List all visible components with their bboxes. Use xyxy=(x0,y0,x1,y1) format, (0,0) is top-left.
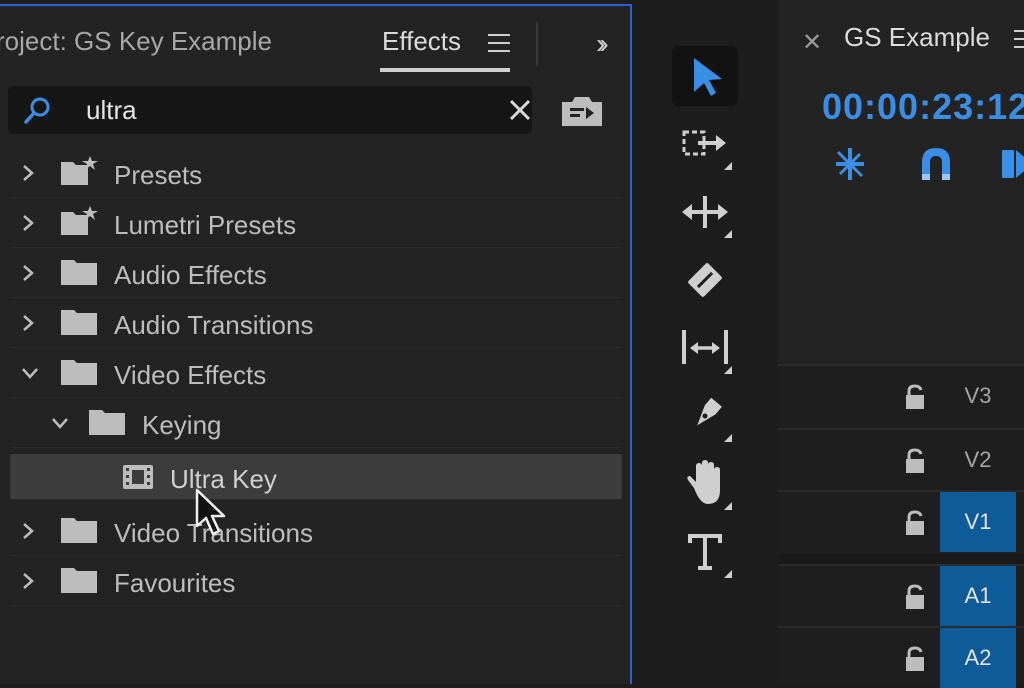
new-custom-bin-icon[interactable] xyxy=(560,94,604,128)
chevron-right-icon[interactable] xyxy=(18,571,38,591)
timeline-panel: ✕ GS Example 00:00:23:12 V3 V2 V1 A1 A2 xyxy=(778,0,1024,688)
preset-folder-icon xyxy=(61,206,98,235)
chevron-right-icon[interactable] xyxy=(18,163,38,183)
tree-item-ultra-key[interactable]: Ultra Key xyxy=(10,454,622,500)
track-headers: V3 V2 V1 A1 A2 xyxy=(778,364,1024,688)
track-a2[interactable]: A2 xyxy=(778,626,1024,688)
razor-tool[interactable] xyxy=(672,250,738,310)
clear-search-icon[interactable] xyxy=(506,96,534,124)
folder-icon xyxy=(89,410,125,435)
active-tab-underline xyxy=(380,68,510,72)
folder-icon xyxy=(61,260,97,285)
search-input[interactable] xyxy=(86,94,486,126)
tree-item-video-transitions[interactable]: Video Transitions xyxy=(10,506,622,556)
sequence-tab-title[interactable]: GS Example xyxy=(844,22,990,53)
linked-selection-icon[interactable] xyxy=(998,144,1024,184)
chevron-down-icon[interactable] xyxy=(50,413,70,433)
chevron-right-icon[interactable] xyxy=(18,213,38,233)
track-target-label[interactable]: V2 xyxy=(940,430,1016,490)
search-box[interactable] xyxy=(8,86,532,134)
tree-item-audio-transitions[interactable]: Audio Transitions xyxy=(10,298,622,348)
tool-flyout-indicator xyxy=(724,434,732,442)
tree-item-label: Audio Transitions xyxy=(114,310,314,340)
lock-track-icon[interactable] xyxy=(904,510,926,536)
track-select-forward-tool[interactable] xyxy=(672,114,738,174)
type-tool[interactable] xyxy=(672,522,738,582)
effects-panel: roject: GS Key Example Effects ›› Preset… xyxy=(0,4,632,684)
chevron-right-icon[interactable] xyxy=(18,313,38,333)
razor-icon xyxy=(688,263,722,297)
tool-flyout-indicator xyxy=(724,502,732,510)
nest-toggle-icon[interactable] xyxy=(830,144,870,184)
track-target-label[interactable]: V1 xyxy=(940,492,1016,552)
tree-item-keying[interactable]: Keying xyxy=(10,398,622,448)
mouse-cursor-icon xyxy=(195,488,226,536)
track-v1[interactable]: V1 xyxy=(778,490,1024,552)
folder-icon xyxy=(61,568,97,593)
tree-item-video-effects[interactable]: Video Effects xyxy=(10,348,622,398)
close-sequence-icon[interactable]: ✕ xyxy=(802,28,822,57)
tree-item-label: Video Effects xyxy=(114,360,267,390)
tree-item-label: Keying xyxy=(142,410,222,440)
track-target-label[interactable]: A1 xyxy=(940,566,1016,626)
effect-icon xyxy=(123,465,153,489)
tree-item-label: Presets xyxy=(114,160,203,190)
tree-item-label: Lumetri Presets xyxy=(114,210,297,240)
preset-folder-icon xyxy=(61,156,98,185)
chevron-down-icon[interactable] xyxy=(20,363,40,383)
search-icon xyxy=(24,97,50,124)
tool-flyout-indicator xyxy=(724,366,732,374)
tool-flyout-indicator xyxy=(724,230,732,238)
expand-panels-icon[interactable]: ›› xyxy=(596,28,608,60)
pen-tool[interactable] xyxy=(672,386,738,446)
selection-arrow-icon xyxy=(694,58,722,96)
panel-divider xyxy=(536,22,538,66)
folder-icon xyxy=(61,310,97,335)
lock-track-icon[interactable] xyxy=(904,448,926,474)
playhead-timecode[interactable]: 00:00:23:12 xyxy=(822,86,1024,128)
lock-track-icon[interactable] xyxy=(904,584,926,610)
chevron-right-icon[interactable] xyxy=(18,521,38,541)
tree-item-presets[interactable]: Presets xyxy=(10,148,622,198)
hand-tool[interactable] xyxy=(672,454,738,514)
tool-flyout-indicator xyxy=(724,162,732,170)
tools-panel xyxy=(646,0,764,684)
timeline-menu-icon[interactable] xyxy=(1014,30,1024,54)
track-v3[interactable]: V3 xyxy=(778,364,1024,426)
tree-item-lumetri-presets[interactable]: Lumetri Presets xyxy=(10,198,622,248)
chevron-right-icon[interactable] xyxy=(18,263,38,283)
track-target-label[interactable]: A2 xyxy=(940,628,1016,688)
track-v2[interactable]: V2 xyxy=(778,428,1024,490)
effects-tree: Presets Lumetri Presets Audio Effects Au… xyxy=(10,148,622,688)
tree-item-label: Favourites xyxy=(114,568,236,598)
lock-track-icon[interactable] xyxy=(904,646,926,672)
panel-header: roject: GS Key Example Effects ›› xyxy=(0,6,630,78)
ripple-edit-tool[interactable] xyxy=(672,182,738,242)
tree-item-favourites[interactable]: Favourites xyxy=(10,556,622,606)
track-a1[interactable]: A1 xyxy=(778,564,1024,626)
tree-item-label: Audio Effects xyxy=(114,260,267,290)
tab-project[interactable]: roject: GS Key Example xyxy=(0,26,272,57)
folder-icon xyxy=(61,518,97,543)
slip-tool[interactable] xyxy=(672,318,738,378)
tree-item-audio-effects[interactable]: Audio Effects xyxy=(10,248,622,298)
tab-effects[interactable]: Effects xyxy=(382,26,461,57)
track-target-label[interactable]: V3 xyxy=(940,366,1016,426)
video-audio-divider xyxy=(778,554,1024,564)
panel-menu-icon[interactable] xyxy=(488,34,510,54)
tool-flyout-indicator xyxy=(724,570,732,578)
lock-track-icon[interactable] xyxy=(904,384,926,410)
selection-tool[interactable] xyxy=(672,46,738,106)
folder-icon xyxy=(61,360,97,385)
snap-magnet-icon[interactable] xyxy=(916,144,956,184)
